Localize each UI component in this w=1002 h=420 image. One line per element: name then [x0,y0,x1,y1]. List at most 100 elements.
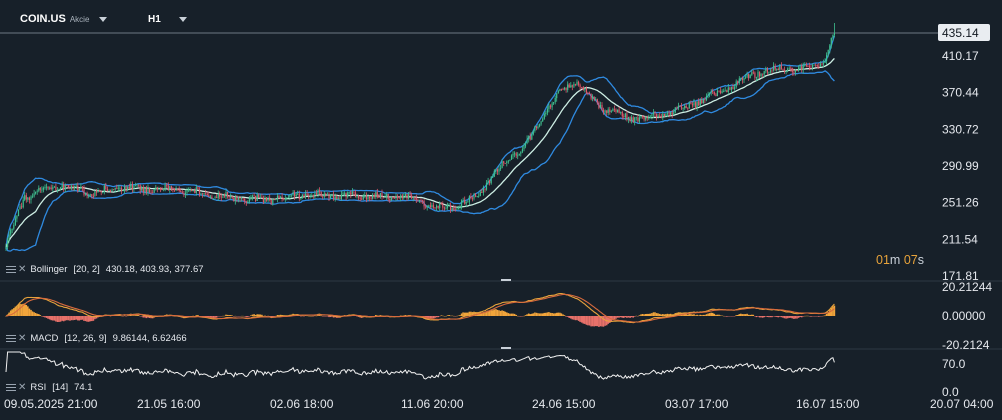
candle [38,185,40,193]
candle-body [283,198,285,200]
candle [354,190,357,198]
chart-canvas[interactable]: 435.14 410.17 370.44 330.72 290.99 251.26 211.… [0,0,1002,420]
timeframe-label[interactable]: H1 [148,14,161,25]
candle-body [553,102,555,104]
macd-histogram-bar [59,316,62,322]
candle-body [130,184,132,188]
macd-histogram-bar [462,312,464,316]
candle-body [417,199,419,201]
candle-body [234,196,236,201]
macd-legend: ✕ MACD [12, 26, 9] 9.86144, 6.62466 [6,333,187,344]
candle-body [646,117,648,119]
candle-body [164,184,166,189]
symbol-name[interactable]: COIN.US [20,13,66,25]
candle-body [774,65,776,70]
symbol-selector[interactable]: COIN.US Akcie [20,10,108,28]
candle [768,71,770,75]
macd-histogram-bar [654,312,656,316]
macd-histogram-bar [228,315,230,316]
price-axis-label: 211.54 [942,232,978,246]
macd-histogram-bar [488,310,491,316]
candle-body [613,109,616,110]
candle-body [617,109,619,112]
candle-body [719,90,722,93]
macd-settings-icon[interactable] [6,335,16,342]
candle [22,196,24,209]
symbol-dropdown-caret-icon[interactable] [99,16,108,22]
candle-body [652,112,655,115]
candle-body [21,206,23,208]
candle-body [404,194,406,197]
candle [710,89,712,96]
rsi-axis-label: 70.0 [942,357,966,371]
rsi-remove-icon[interactable]: ✕ [18,382,26,393]
candle-body [506,161,508,164]
candle-body [443,207,445,209]
macd-histogram-bar [577,316,580,321]
candle [250,194,252,201]
macd-histogram-bar [693,314,695,316]
candle-body [95,190,98,193]
candle-body [783,69,786,72]
candle-body [599,105,601,108]
candle-body [687,108,689,109]
candle-body [272,199,274,205]
candle-body [668,112,670,115]
candle [476,196,478,198]
candle-body [529,136,531,140]
macd-histogram-bar [752,314,755,316]
candle-body [623,116,625,118]
candle-body [732,86,734,90]
macd-histogram-bar [582,316,585,324]
price-axis-label: 370.44 [942,86,979,100]
candle-body [31,196,34,198]
bollinger-settings-icon[interactable] [6,266,16,273]
candle-body [244,198,246,202]
macd-histogram-bar [768,316,770,318]
candle-body [680,106,683,109]
candle-body [198,189,201,195]
candle [55,183,57,191]
candle [94,190,96,197]
candle [813,64,815,66]
candle-body [776,68,778,70]
candle-body [292,192,294,195]
candle-body [177,189,179,191]
candle-body [273,199,275,200]
macd-histogram-bar [832,306,834,316]
rsi-settings-icon[interactable] [6,384,16,391]
macd-histogram-bar [596,316,599,327]
candle-body [710,91,712,93]
candle-body [312,195,314,197]
candle-body [230,196,232,197]
candle-body [464,199,466,204]
timeframe-selector[interactable]: H1 [148,10,187,28]
candle-body [124,186,126,191]
macd-histogram-bar [78,316,81,321]
macd-histogram-bar [509,313,511,316]
candle [615,108,617,114]
candle-body [36,190,38,192]
candle [47,186,49,191]
candle-body [621,112,623,117]
macd-histogram-bar [775,316,778,317]
candle-body [515,153,517,156]
candle-body [473,194,475,199]
candle-body [425,206,427,208]
timeframe-dropdown-caret-icon[interactable] [178,16,187,22]
candle-body [64,185,66,190]
macd-histogram-bar [799,316,801,317]
candle [113,188,115,191]
macd-histogram-bar [763,316,765,318]
candle-body [799,66,801,68]
candle-body [467,201,469,203]
macd-histogram-bar [80,316,82,320]
candle-body [520,151,522,154]
candle-body [298,193,300,199]
candle [225,189,227,200]
bollinger-remove-icon[interactable]: ✕ [18,264,26,275]
candle [11,228,13,234]
macd-remove-icon[interactable]: ✕ [18,333,26,344]
candle-body [7,240,9,248]
candle [634,116,636,126]
